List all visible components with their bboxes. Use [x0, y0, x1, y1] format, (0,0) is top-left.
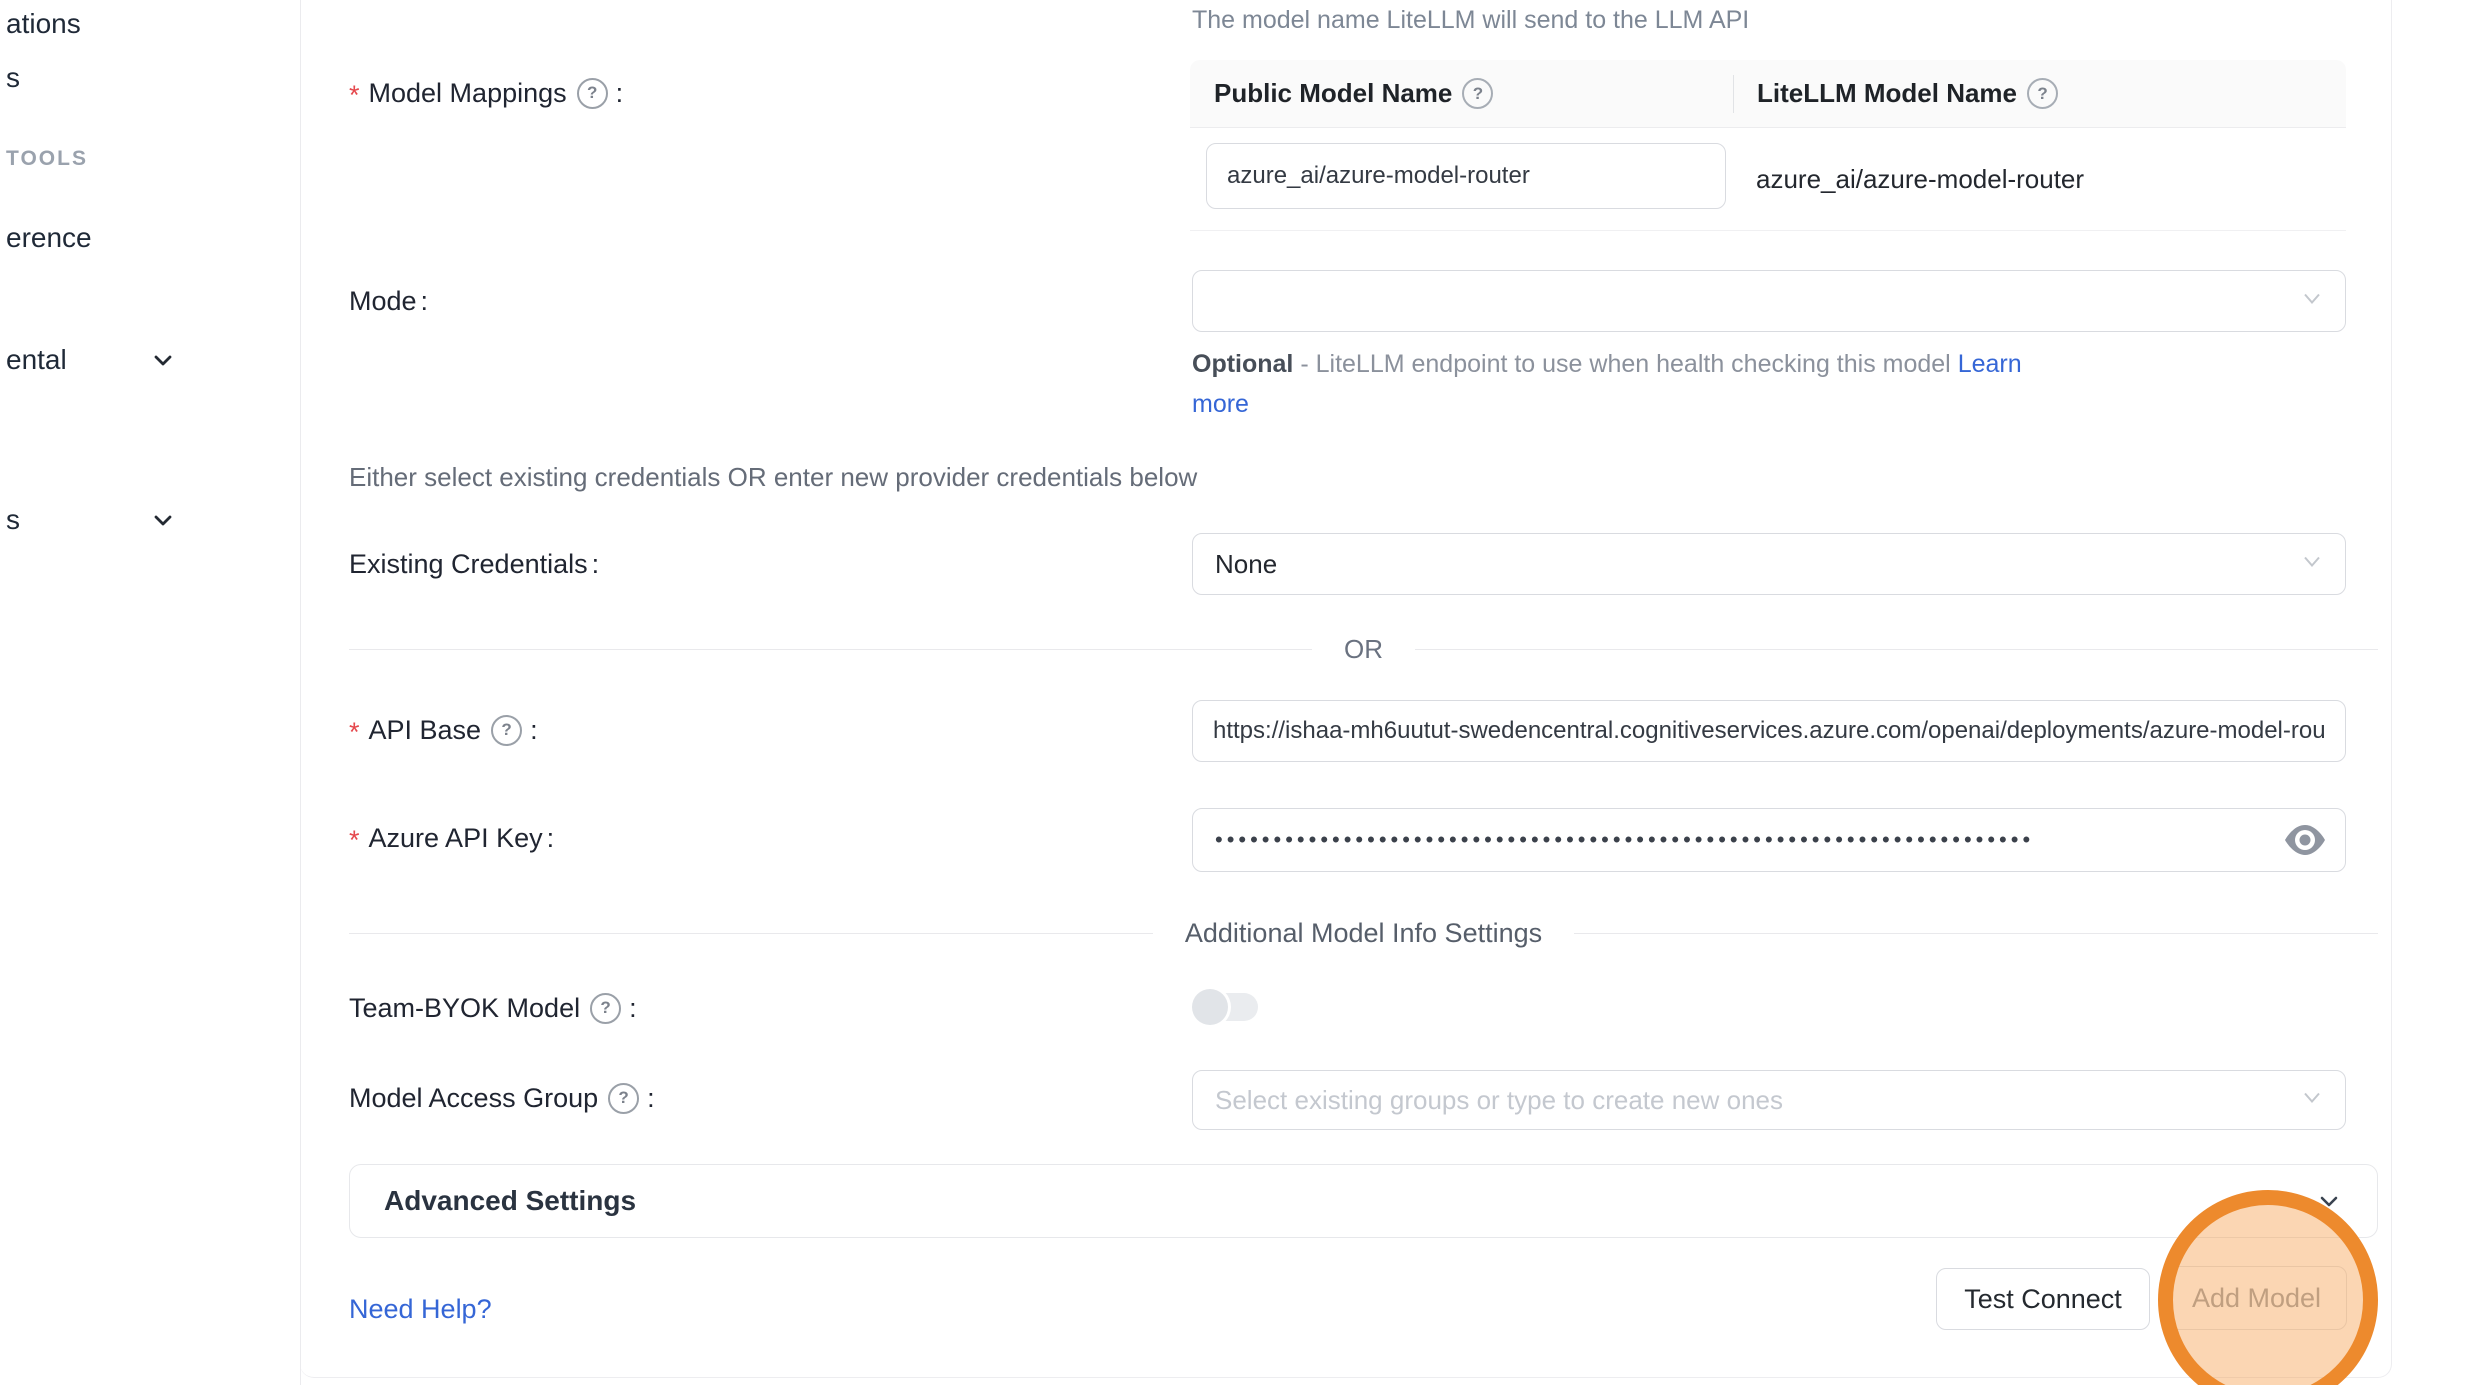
chevron-down-icon — [2315, 1187, 2343, 1215]
azure-api-key-label: * Azure API Key : — [349, 818, 554, 858]
eye-icon[interactable] — [2283, 823, 2327, 857]
api-base-input[interactable] — [1193, 701, 2345, 761]
public-model-name-header: Public Model Name ? — [1190, 78, 1733, 109]
api-base-label: * API Base ? : — [349, 710, 538, 750]
additional-model-info-divider: Additional Model Info Settings — [349, 917, 2378, 949]
need-help-link[interactable]: Need Help? — [349, 1294, 492, 1325]
mode-select[interactable] — [1192, 270, 2346, 332]
existing-credentials-select[interactable]: None — [1192, 533, 2346, 595]
advanced-settings-title: Advanced Settings — [384, 1185, 636, 1217]
model-access-group-placeholder: Select existing groups or type to create… — [1193, 1071, 2345, 1129]
sidebar-item-reference[interactable]: erence — [6, 222, 92, 254]
chevron-down-icon — [2301, 1087, 2323, 1114]
chevron-down-icon — [2301, 288, 2323, 315]
help-icon[interactable]: ? — [577, 78, 608, 109]
advanced-settings-panel[interactable]: Advanced Settings — [349, 1164, 2378, 1238]
model-mappings-table-row: azure_ai/azure-model-router — [1190, 128, 2346, 231]
divider-line — [1574, 933, 2378, 934]
add-model-page: ations s TOOLS erence ental s The model … — [0, 0, 2477, 1385]
mode-helper-text: Optional - LiteLLM endpoint to use when … — [1192, 344, 2032, 424]
litellm-model-name-header: LiteLLM Model Name ? — [1733, 78, 2346, 109]
model-mappings-label: * Model Mappings ? : — [349, 73, 623, 113]
required-mark: * — [349, 825, 360, 856]
help-icon[interactable]: ? — [1462, 78, 1493, 109]
help-icon[interactable]: ? — [590, 993, 621, 1024]
model-mappings-table-header: Public Model Name ? LiteLLM Model Name ? — [1190, 60, 2346, 128]
mode-label: Mode : — [349, 281, 428, 321]
mode-select-value — [1193, 271, 2345, 331]
or-divider: OR — [349, 634, 2378, 664]
sidebar: ations s TOOLS erence ental s — [0, 0, 301, 1385]
litellm-model-name-helper: The model name LiteLLM will send to the … — [1192, 6, 1749, 35]
sidebar-item[interactable]: s — [6, 62, 20, 94]
public-model-name-field — [1206, 143, 1726, 209]
credentials-note: Either select existing credentials OR en… — [349, 462, 1197, 493]
azure-api-key-masked-value: ••••••••••••••••••••••••••••••••••••••••… — [1193, 809, 2255, 871]
divider-line — [349, 933, 1153, 934]
required-mark: * — [349, 80, 360, 111]
team-byok-label: Team-BYOK Model ? : — [349, 988, 637, 1028]
help-icon[interactable]: ? — [2027, 78, 2058, 109]
model-access-group-select[interactable]: Select existing groups or type to create… — [1192, 1070, 2346, 1130]
azure-api-key-field[interactable]: ••••••••••••••••••••••••••••••••••••••••… — [1192, 808, 2346, 872]
existing-credentials-label: Existing Credentials : — [349, 544, 599, 584]
toggle-knob — [1192, 989, 1228, 1025]
existing-credentials-value: None — [1193, 534, 2345, 594]
chevron-down-icon — [2301, 551, 2323, 578]
api-base-field — [1192, 700, 2346, 762]
help-icon[interactable]: ? — [608, 1083, 639, 1114]
sidebar-item-organizations[interactable]: ations — [6, 8, 81, 40]
model-access-group-label: Model Access Group ? : — [349, 1078, 655, 1118]
public-model-name-input[interactable] — [1207, 144, 1725, 208]
chevron-down-icon[interactable] — [150, 347, 176, 373]
help-icon[interactable]: ? — [491, 715, 522, 746]
team-byok-toggle[interactable] — [1192, 988, 1258, 1026]
add-model-button[interactable]: Add Model — [2166, 1266, 2347, 1330]
divider-line — [349, 649, 1312, 650]
chevron-down-icon[interactable] — [150, 507, 176, 533]
sidebar-item-experimental[interactable]: ental — [6, 344, 67, 376]
test-connect-button[interactable]: Test Connect — [1936, 1268, 2150, 1330]
divider-line — [1415, 649, 2378, 650]
required-mark: * — [349, 717, 360, 748]
model-mappings-table: Public Model Name ? LiteLLM Model Name ?… — [1190, 60, 2346, 231]
sidebar-section-tools: TOOLS — [6, 147, 88, 171]
sidebar-item-settings[interactable]: s — [6, 504, 20, 536]
litellm-model-name-value: azure_ai/azure-model-router — [1756, 128, 2084, 230]
